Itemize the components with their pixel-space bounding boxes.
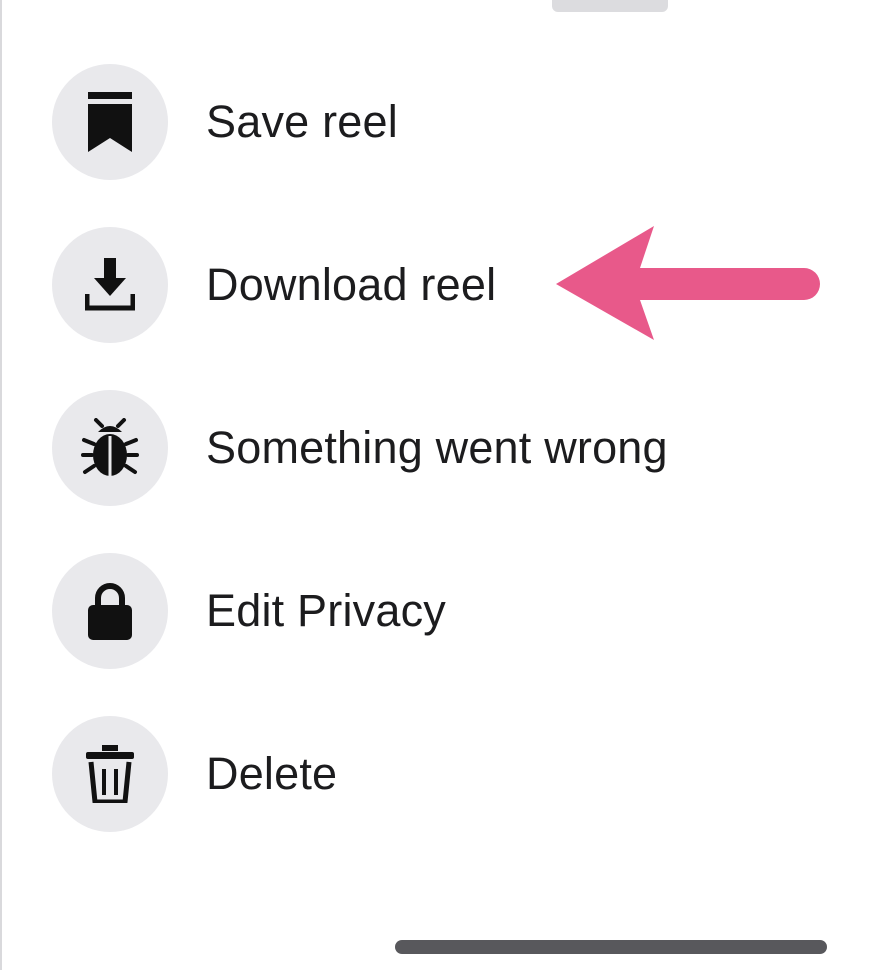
action-sheet: Save reel Download reel Something went w… (0, 0, 892, 970)
lock-icon (88, 583, 132, 640)
menu-item-label: Edit Privacy (206, 585, 446, 636)
menu-item-something-went-wrong[interactable]: Something went wrong (52, 388, 852, 508)
trash-icon (86, 745, 134, 803)
bookmark-icon (88, 92, 132, 152)
menu-item-save-reel[interactable]: Save reel (52, 62, 852, 182)
menu-item-edit-privacy[interactable]: Edit Privacy (52, 551, 852, 671)
save-reel-icon-circle (52, 64, 168, 180)
menu-item-label: Download reel (206, 259, 497, 310)
menu-item-label: Save reel (206, 96, 398, 147)
menu-item-label: Delete (206, 748, 338, 799)
bug-icon (81, 418, 139, 476)
menu-item-label: Something went wrong (206, 422, 668, 473)
home-indicator (395, 940, 827, 954)
menu-item-delete[interactable]: Delete (52, 714, 852, 834)
annotation-arrow-icon (556, 226, 820, 340)
download-icon (85, 258, 135, 311)
report-problem-icon-circle (52, 390, 168, 506)
edit-privacy-icon-circle (52, 553, 168, 669)
sheet-grabber[interactable] (552, 0, 668, 12)
download-reel-icon-circle (52, 227, 168, 343)
delete-icon-circle (52, 716, 168, 832)
